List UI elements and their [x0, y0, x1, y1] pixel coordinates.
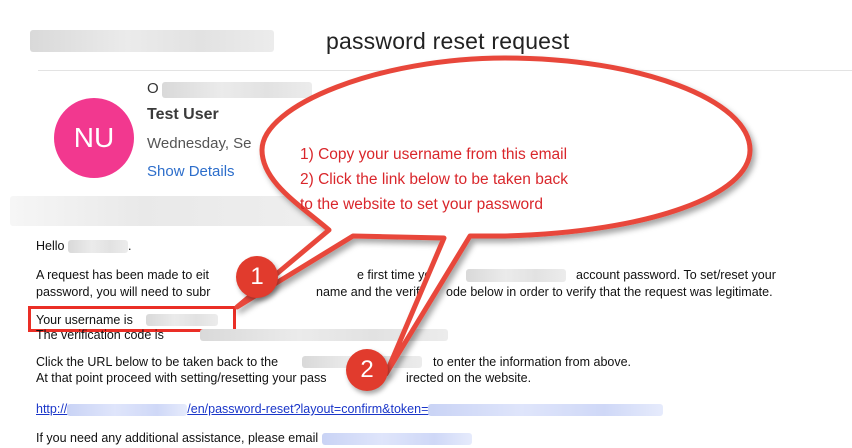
assistance-text: If you need any additional assistance, p…: [36, 431, 319, 445]
assistance-line: If you need any additional assistance, p…: [36, 431, 472, 445]
redacted-sender-bar: [30, 30, 274, 52]
header-divider: [38, 70, 852, 71]
reset-link[interactable]: /en/password-reset?layout=confirm&token=: [187, 402, 428, 416]
callout-line-2: 2) Click the link below to be taken back: [300, 171, 568, 188]
click-line-2b: irected on the website.: [406, 371, 532, 385]
click-line-1a: Click the URL below to be taken back to …: [36, 355, 279, 369]
greeting-punct: .: [127, 239, 132, 253]
redacted-token: [428, 403, 664, 416]
redacted-sender-email: [162, 82, 312, 98]
username-label: Your username is: [36, 313, 133, 327]
click-line-2a: At that point proceed with setting/reset…: [36, 371, 327, 385]
reset-link-prefix[interactable]: http://: [36, 402, 67, 416]
avatar[interactable]: NU: [54, 98, 134, 178]
sent-date: Wednesday, Se: [147, 135, 252, 152]
email-subject: password reset request: [326, 28, 570, 54]
sender-name: Test User: [147, 106, 219, 123]
sender-initial: O: [147, 80, 159, 97]
show-details-link[interactable]: Show Details: [147, 163, 235, 180]
click-line-1b: to enter the information from above.: [433, 355, 632, 369]
request-line-1c: account password. To set/reset your: [576, 268, 776, 282]
redacted-verification-code: [200, 329, 448, 341]
verification-label: The verification code is: [36, 328, 164, 342]
request-line-2c: ode below in order to verify that the re…: [446, 285, 773, 299]
callout-line-1: 1) Copy your username from this email: [300, 146, 568, 163]
greeting-line: Hello .: [36, 239, 132, 254]
redacted-site-name: [466, 269, 566, 282]
redacted-username: [146, 314, 218, 326]
greeting: Hello: [36, 239, 65, 253]
step-badge-1: 1: [236, 256, 278, 298]
request-line-2b: name and the verific: [316, 285, 429, 299]
redacted-support-email[interactable]: [321, 432, 472, 445]
callout-text: 1) Copy your username from this email 2)…: [300, 142, 720, 217]
reset-link-line: http:// /en/password-reset?layout=confirm…: [36, 402, 664, 416]
step-badge-2: 2: [346, 349, 388, 391]
avatar-initials: NU: [73, 122, 115, 153]
request-line-2a: password, you will need to subr: [36, 285, 211, 299]
redacted-banner: [10, 196, 340, 226]
callout-line-3: to the website to set your password: [300, 196, 543, 213]
redacted-name: [67, 240, 128, 254]
redacted-link-host: [67, 403, 188, 416]
request-line-1a: A request has been made to eit: [36, 268, 210, 282]
request-line-1b: e first time yo: [357, 268, 432, 282]
